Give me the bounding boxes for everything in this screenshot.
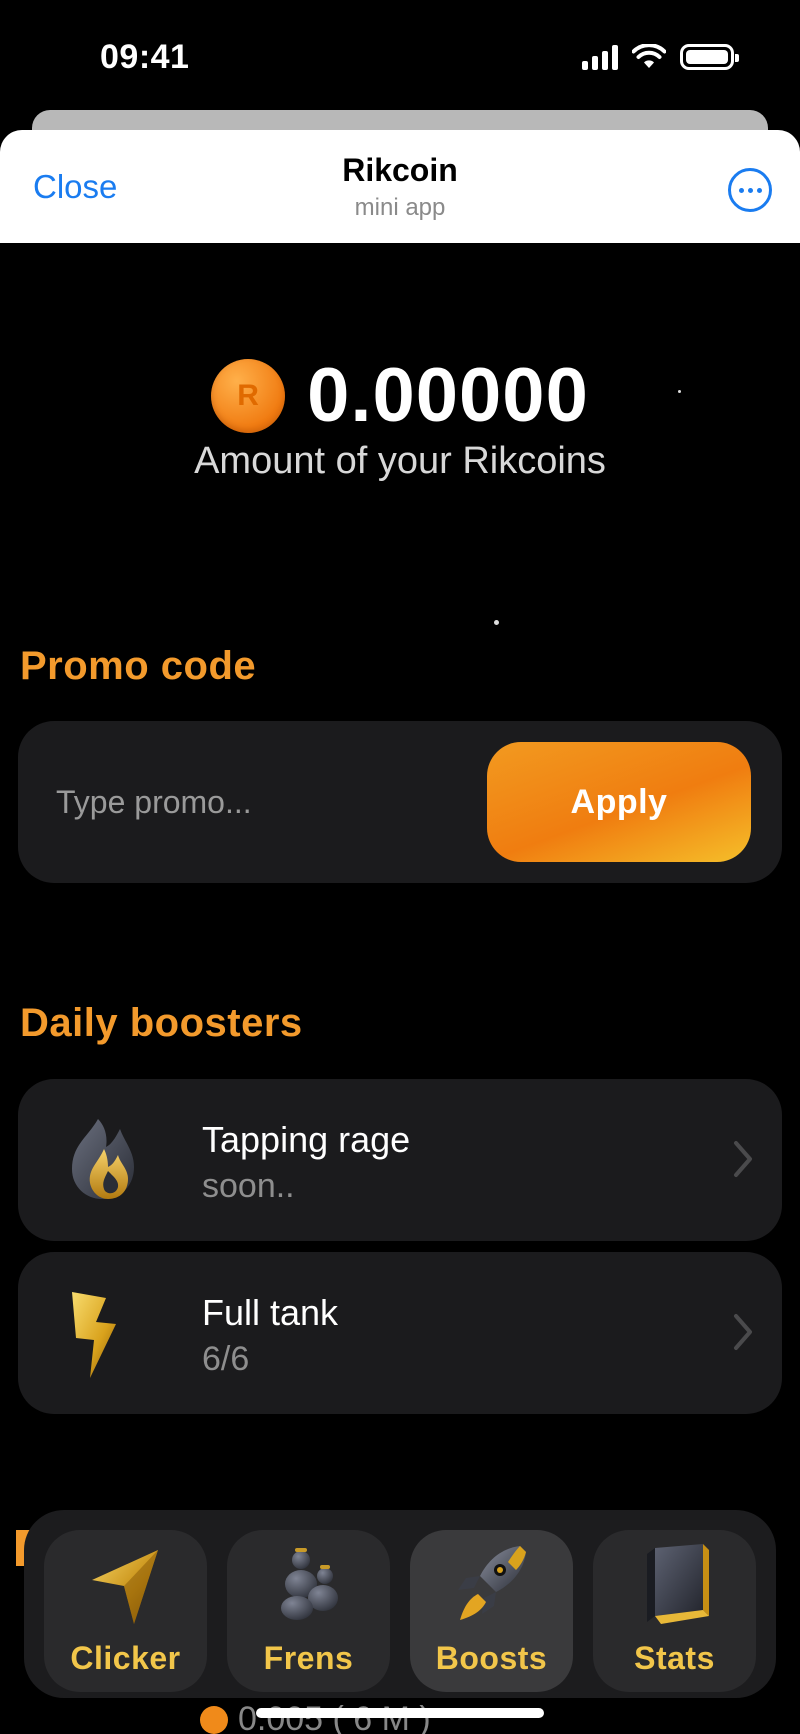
more-dot-icon	[747, 187, 753, 193]
more-options-button[interactable]	[728, 168, 772, 212]
wifi-icon	[632, 44, 666, 68]
booster-status: soon..	[202, 1167, 295, 1205]
lightning-icon	[72, 1292, 116, 1378]
balance-value: 0.00000	[307, 353, 589, 438]
status-icons	[582, 44, 739, 70]
booster-title: Full tank	[202, 1292, 339, 1333]
more-dot-icon	[738, 187, 744, 193]
sparkle-dot	[494, 620, 499, 625]
booster-tapping-rage[interactable]: Tapping rage soon..	[18, 1079, 782, 1241]
rocket-icon	[458, 1546, 526, 1620]
app-subtitle: mini app	[354, 194, 446, 221]
promo-card: Apply	[18, 721, 782, 883]
miniapp-header: Close Rikcoin mini app	[0, 130, 800, 243]
flame-icon	[72, 1119, 134, 1199]
nav-stats[interactable]: Stats	[593, 1530, 756, 1692]
nav-label: Boosts	[435, 1640, 548, 1676]
sparkle-dot	[678, 390, 681, 393]
boosters-section-title: Daily boosters	[20, 1001, 303, 1045]
nav-label: Stats	[634, 1640, 715, 1676]
rikcoin-icon: R	[211, 358, 286, 433]
status-time: 09:41	[100, 38, 190, 76]
apply-button[interactable]: Apply	[487, 742, 751, 862]
balance-row: R 0.00000	[0, 352, 800, 439]
nav-clicker[interactable]: Clicker	[44, 1530, 207, 1692]
status-bar: 09:41	[0, 0, 800, 110]
nav-label: Frens	[263, 1640, 354, 1676]
promo-input[interactable]	[56, 777, 456, 827]
battery-icon	[680, 44, 739, 70]
booster-status: 6/6	[202, 1340, 250, 1378]
nav-label: Clicker	[70, 1640, 181, 1676]
chevron-right-icon	[734, 1314, 752, 1350]
booster-full-tank[interactable]: Full tank 6/6	[18, 1252, 782, 1414]
rikcoin-icon	[200, 1705, 228, 1734]
promo-section-title: Promo code	[20, 644, 257, 688]
balance-label: Amount of your Rikcoins	[194, 440, 606, 482]
book-icon	[647, 1544, 709, 1624]
friends-icon	[281, 1548, 338, 1620]
cursor-icon	[92, 1550, 158, 1624]
app-title: Rikcoin	[342, 152, 458, 188]
chevron-right-icon	[734, 1141, 752, 1177]
more-dot-icon	[756, 187, 762, 193]
booster-title: Tapping rage	[202, 1119, 411, 1160]
nav-frens[interactable]: Frens	[227, 1530, 390, 1692]
cellular-signal-icon	[582, 44, 618, 70]
bottom-nav: Clicker Frens Boosts Stats	[24, 1510, 776, 1698]
home-indicator[interactable]	[256, 1708, 544, 1718]
nav-boosts[interactable]: Boosts	[410, 1530, 573, 1692]
